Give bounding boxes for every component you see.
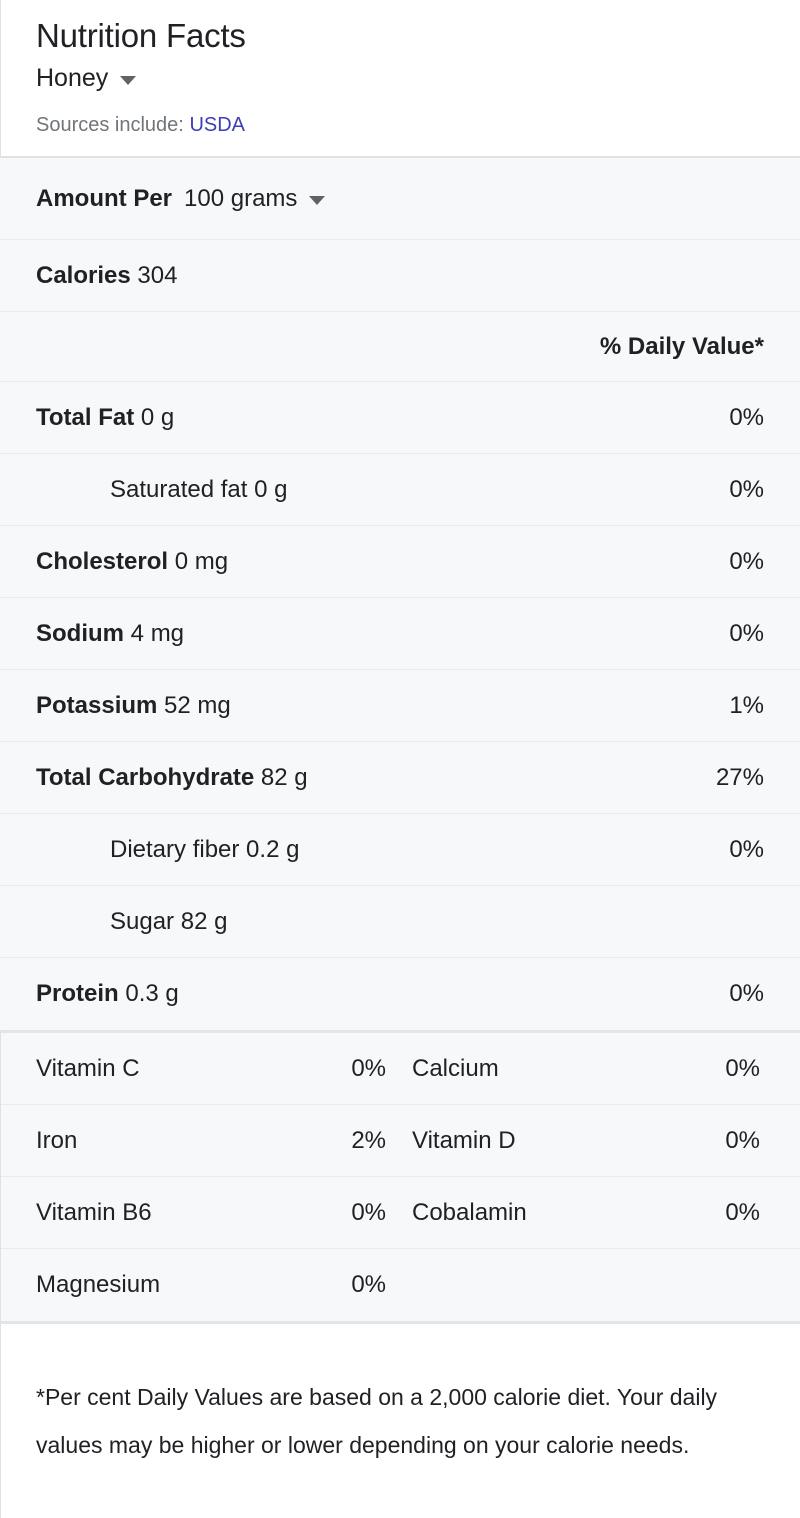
- nutrient-row: Saturated fat 0 g 0%: [0, 454, 800, 526]
- nutrient-name: Total Fat: [36, 403, 135, 431]
- chevron-down-icon[interactable]: [120, 75, 137, 85]
- nutrient-daily-value: 27%: [715, 763, 764, 791]
- calories-label: Calories 304: [36, 261, 177, 291]
- nutrient-row: Cholesterol 0 mg 0%: [0, 526, 800, 598]
- nutrient-label: Protein 0.3 g: [36, 979, 179, 1009]
- nutrient-name: Sugar: [110, 907, 175, 935]
- nutrient-row: Sugar 82 g: [0, 886, 800, 958]
- nutrient-amount: 0 g: [254, 475, 288, 503]
- panel-header: Nutrition Facts Honey Sources include: U…: [0, 0, 800, 156]
- sources-label: Sources include:: [36, 114, 184, 136]
- vitamin-name: Magnesium: [36, 1271, 161, 1298]
- nutrient-amount: 4 mg: [130, 619, 185, 647]
- nutrient-label: Dietary fiber 0.2 g: [36, 835, 299, 865]
- nutrient-row: Sodium 4 mg 0%: [0, 598, 800, 670]
- nutrient-name: Dietary fiber: [110, 835, 240, 863]
- nutrient-name: Sodium: [36, 619, 124, 647]
- nutrition-facts-panel: Nutrition Facts Honey Sources include: U…: [0, 0, 800, 1518]
- nutrient-row: Dietary fiber 0.2 g 0%: [0, 814, 800, 886]
- nutrient-amount: 0 g: [140, 403, 175, 431]
- source-link-usda[interactable]: USDA: [189, 114, 245, 136]
- vitamin-daily-value: 0%: [351, 1054, 386, 1082]
- nutrient-label: Sodium 4 mg: [36, 619, 184, 649]
- vitamin-row: Magnesium 0%: [0, 1249, 800, 1321]
- chevron-down-icon[interactable]: [309, 196, 326, 205]
- calories-row: Calories 304: [0, 240, 800, 312]
- nutrient-daily-value: 0%: [729, 980, 764, 1007]
- amount-per-row[interactable]: Amount Per 100 grams: [0, 158, 800, 240]
- daily-value-footnote: *Per cent Daily Values are based on a 2,…: [36, 1384, 718, 1458]
- vitamin-row: Vitamin C 0% Calcium 0%: [0, 1033, 800, 1105]
- nutrient-row: Total Fat 0 g 0%: [0, 382, 800, 454]
- nutrient-label: Total Carbohydrate 82 g: [36, 763, 308, 793]
- nutrient-daily-value: 0%: [729, 403, 764, 431]
- vitamin-daily-value: 0%: [725, 1198, 760, 1226]
- sources-line: Sources include: USDA: [36, 112, 764, 138]
- vitamin-daily-value: 0%: [351, 1198, 386, 1226]
- nutrient-daily-value: 0%: [729, 835, 764, 863]
- vitamin-cell-left: Magnesium 0%: [36, 1270, 386, 1300]
- vitamin-row: Vitamin B6 0% Cobalamin 0%: [0, 1177, 800, 1249]
- nutrient-amount: 0.2 g: [246, 835, 300, 863]
- vitamin-daily-value: 0%: [351, 1271, 386, 1298]
- vitamin-cell-left: Vitamin C 0%: [36, 1054, 386, 1084]
- nutrient-label: Total Fat 0 g: [36, 403, 174, 433]
- vitamin-name: Calcium: [412, 1054, 499, 1082]
- vitamin-daily-value: 0%: [725, 1054, 760, 1082]
- nutrient-name: Total Carbohydrate: [36, 763, 255, 791]
- page-title: Nutrition Facts: [36, 17, 246, 54]
- vitamin-name: Vitamin C: [36, 1054, 140, 1082]
- nutrient-daily-value: 0%: [729, 619, 764, 647]
- nutrient-daily-value: 0%: [729, 475, 764, 503]
- nutrient-name: Cholesterol: [36, 547, 169, 575]
- nutrient-row: Total Carbohydrate 82 g 27%: [0, 742, 800, 814]
- daily-value-header-row: % Daily Value*: [0, 312, 800, 382]
- footnote-section: *Per cent Daily Values are based on a 2,…: [0, 1321, 800, 1512]
- calories-title: Calories: [36, 261, 131, 289]
- food-name: Honey: [36, 64, 109, 92]
- amount-per-title: Amount Per: [36, 184, 173, 212]
- daily-value-header: % Daily Value*: [599, 332, 764, 360]
- amount-per-label: Amount Per 100 grams: [36, 184, 326, 214]
- nutrient-label: Sugar 82 g: [36, 907, 227, 937]
- nutrient-daily-value: 1%: [729, 691, 764, 719]
- vitamin-name: Vitamin B6: [36, 1198, 152, 1226]
- nutrient-label: Saturated fat 0 g: [36, 475, 287, 505]
- vitamin-cell-left: Vitamin B6 0%: [36, 1198, 386, 1228]
- vitamin-cell-right: Calcium 0%: [412, 1054, 760, 1084]
- nutrient-label: Potassium 52 mg: [36, 691, 231, 721]
- nutrient-amount: 52 mg: [164, 691, 231, 719]
- nutrient-row: Protein 0.3 g 0%: [0, 958, 800, 1030]
- food-selector[interactable]: Honey: [36, 62, 764, 94]
- nutrient-name: Saturated fat: [110, 475, 248, 503]
- nutrient-amount: 82 g: [260, 763, 308, 791]
- vitamin-name: Iron: [36, 1126, 78, 1154]
- nutrient-amount: 82 g: [180, 907, 228, 935]
- vitamin-rows: Vitamin C 0% Calcium 0% Iron 2% Vitamin D 0% Vit…: [0, 1030, 800, 1321]
- nutrient-row: Potassium 52 mg 1%: [0, 670, 800, 742]
- nutrient-amount: 0.3 g: [125, 980, 179, 1007]
- vitamin-cell-right: Vitamin D 0%: [412, 1126, 760, 1156]
- nutrient-name: Protein: [36, 980, 119, 1007]
- nutrient-name: Potassium: [36, 691, 158, 719]
- nutrient-amount: 0 mg: [174, 547, 229, 575]
- amount-per-value: 100 grams: [184, 184, 298, 212]
- vitamin-row: Iron 2% Vitamin D 0%: [0, 1105, 800, 1177]
- nutrient-label: Cholesterol 0 mg: [36, 547, 228, 577]
- vitamin-cell-right: Cobalamin 0%: [412, 1198, 760, 1228]
- nutrient-rows: Total Fat 0 g 0% Saturated fat 0 g 0% Choles…: [0, 382, 800, 1030]
- vitamin-name: Vitamin D: [412, 1126, 516, 1154]
- vitamin-name: Cobalamin: [412, 1198, 527, 1226]
- nutrient-daily-value: 0%: [729, 547, 764, 575]
- vitamin-daily-value: 0%: [725, 1126, 760, 1154]
- vitamin-cell-left: Iron 2%: [36, 1126, 386, 1156]
- nutrition-table: Amount Per 100 grams Calories 304 % Dail…: [0, 156, 800, 1321]
- vitamin-daily-value: 2%: [351, 1126, 386, 1154]
- calories-value: 304: [137, 261, 178, 289]
